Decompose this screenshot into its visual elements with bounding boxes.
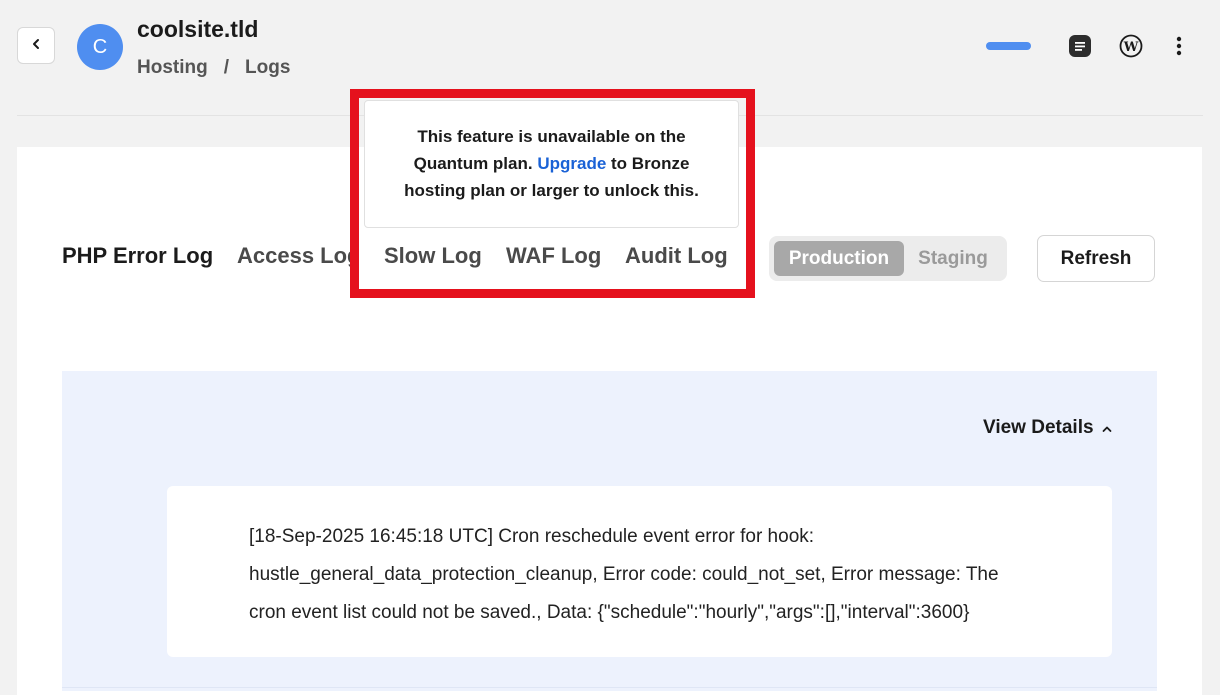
progress-bar (986, 42, 1031, 50)
view-details-toggle[interactable]: View Details (983, 417, 1112, 439)
notes-icon[interactable] (1068, 34, 1092, 58)
site-title: coolsite.tld (137, 16, 259, 42)
breadcrumb-hosting[interactable]: Hosting (137, 57, 208, 79)
tab-audit-log[interactable]: Audit Log (625, 243, 728, 269)
site-avatar: C (77, 24, 123, 70)
log-area-divider (62, 687, 1157, 688)
chevron-left-icon (30, 37, 42, 55)
more-vertical-icon[interactable] (1167, 34, 1191, 58)
env-production-option[interactable]: Production (774, 241, 904, 276)
log-entry-card: [18-Sep-2025 16:45:18 UTC] Cron reschedu… (167, 486, 1112, 657)
environment-toggle: Production Staging (769, 236, 1007, 281)
tab-waf-log[interactable]: WAF Log (506, 243, 601, 269)
wordpress-icon[interactable]: W (1119, 34, 1143, 58)
breadcrumb-separator: / (223, 57, 229, 78)
chevron-up-icon (1102, 417, 1112, 439)
env-staging-option[interactable]: Staging (904, 241, 1002, 276)
view-details-label: View Details (983, 417, 1094, 438)
upgrade-link[interactable]: Upgrade (537, 154, 606, 173)
back-button[interactable] (17, 27, 55, 64)
refresh-button[interactable]: Refresh (1037, 235, 1155, 282)
breadcrumb-logs: Logs (245, 57, 291, 78)
tab-access-log[interactable]: Access Log (237, 243, 361, 269)
tab-php-error-log[interactable]: PHP Error Log (62, 243, 213, 269)
log-entry-text: [18-Sep-2025 16:45:18 UTC] Cron reschedu… (249, 526, 999, 623)
tab-slow-log[interactable]: Slow Log (384, 243, 482, 269)
svg-text:W: W (1123, 40, 1139, 55)
upgrade-tooltip: This feature is unavailable on the Quant… (364, 100, 739, 228)
breadcrumb: Hosting / Logs (137, 57, 290, 79)
